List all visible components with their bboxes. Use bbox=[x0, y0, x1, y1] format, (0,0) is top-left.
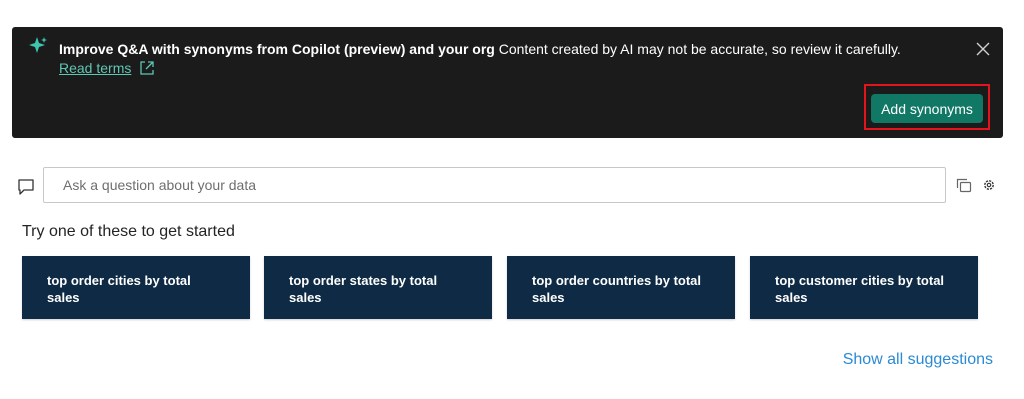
copy-icon[interactable] bbox=[955, 176, 973, 194]
banner-disclaimer: Content created by AI may not be accurat… bbox=[498, 41, 901, 57]
banner-title: Improve Q&A with synonyms from Copilot (… bbox=[59, 41, 495, 57]
gear-icon[interactable] bbox=[982, 178, 996, 192]
banner-message: Improve Q&A with synonyms from Copilot (… bbox=[59, 40, 959, 58]
suggestions-heading: Try one of these to get started bbox=[22, 223, 235, 240]
suggestion-card[interactable]: top order cities by total sales bbox=[22, 256, 250, 319]
external-link-icon[interactable] bbox=[139, 60, 155, 76]
qa-page: Improve Q&A with synonyms from Copilot (… bbox=[0, 0, 1024, 399]
read-terms-row: Read terms bbox=[59, 59, 155, 77]
add-synonyms-button[interactable]: Add synonyms bbox=[871, 94, 983, 123]
copilot-sparkle-icon bbox=[29, 37, 47, 53]
close-icon[interactable] bbox=[975, 41, 991, 57]
suggestion-card[interactable]: top order countries by total sales bbox=[507, 256, 735, 319]
show-all-suggestions-link[interactable]: Show all suggestions bbox=[843, 351, 993, 369]
suggestion-card[interactable]: top order states by total sales bbox=[264, 256, 492, 319]
read-terms-link[interactable]: Read terms bbox=[59, 60, 131, 76]
copilot-synonyms-banner: Improve Q&A with synonyms from Copilot (… bbox=[12, 27, 1003, 138]
chat-bubble-icon bbox=[18, 179, 34, 195]
ask-question-input[interactable] bbox=[43, 167, 946, 203]
suggestion-card[interactable]: top customer cities by total sales bbox=[750, 256, 978, 319]
